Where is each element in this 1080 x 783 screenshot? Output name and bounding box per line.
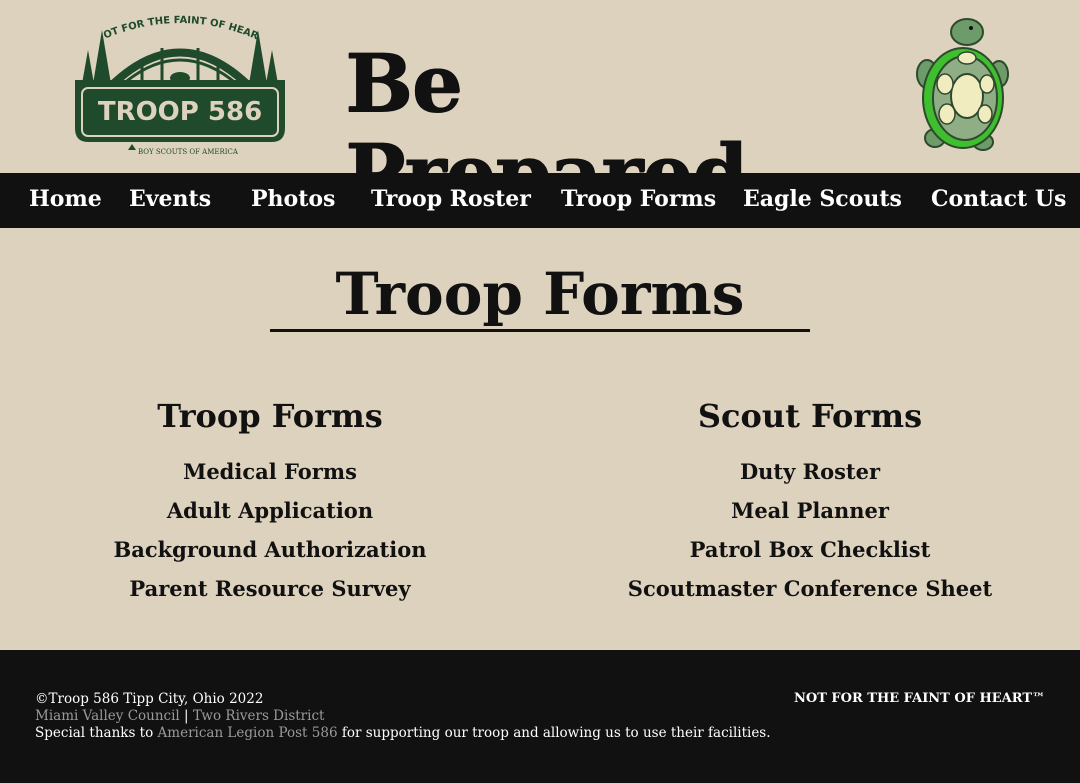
adult-application-link[interactable]: Adult Application (167, 498, 373, 523)
american-legion-link[interactable]: American Legion Post 586 (158, 725, 338, 741)
thanks-suffix: for supporting our troop and allowing us… (337, 725, 771, 741)
site-footer: ©Troop 586 Tipp City, Ohio 2022 Miami Va… (0, 650, 1080, 783)
background-authorization-link[interactable]: Background Authorization (113, 537, 426, 562)
main-nav: Home Events Photos Troop Roster Troop Fo… (0, 173, 1080, 228)
footer-thanks: Special thanks to American Legion Post 5… (35, 725, 771, 742)
list-item: Scoutmaster Conference Sheet (560, 569, 1060, 608)
troop-forms-heading: Troop Forms (157, 397, 383, 435)
troop-forms-section: Troop Forms Medical Forms Adult Applicat… (20, 394, 520, 608)
footer-tagline: NOT FOR THE FAINT OF HEART™ (793, 691, 1045, 706)
troop-586-logo[interactable]: NOT FOR THE FAINT OF HEART TROOP 586 BOY… (68, 2, 288, 160)
miami-valley-council-link[interactable]: Miami Valley Council (35, 708, 180, 724)
two-rivers-district-link[interactable]: Two Rivers District (193, 708, 325, 724)
title-divider (270, 329, 810, 332)
patrol-box-checklist-link[interactable]: Patrol Box Checklist (690, 537, 931, 562)
svg-text:NOT FOR THE FAINT OF HEART: NOT FOR THE FAINT OF HEART (72, 10, 260, 42)
scout-forms-heading: Scout Forms (697, 397, 923, 435)
nav-eagle-scouts[interactable]: Eagle Scouts (743, 173, 902, 228)
list-item: Parent Resource Survey (20, 569, 520, 608)
list-item: Meal Planner (560, 491, 1060, 530)
troop-forms-list: Medical Forms Adult Application Backgrou… (20, 452, 520, 608)
turtle-mascot-icon (905, 14, 1015, 154)
nav-troop-forms[interactable]: Troop Forms (561, 173, 716, 228)
parent-resource-survey-link[interactable]: Parent Resource Survey (129, 576, 410, 601)
nav-contact-us[interactable]: Contact Us (931, 173, 1066, 228)
thanks-prefix: Special thanks to (35, 725, 158, 741)
footer-affiliations: Miami Valley Council | Two Rivers Distri… (35, 708, 324, 725)
page-title: Troop Forms (335, 260, 745, 328)
list-item: Background Authorization (20, 530, 520, 569)
logo-bsa-text: BOY SCOUTS OF AMERICA (138, 148, 239, 156)
nav-events[interactable]: Events (129, 173, 211, 228)
meal-planner-link[interactable]: Meal Planner (731, 498, 889, 523)
medical-forms-link[interactable]: Medical Forms (183, 459, 357, 484)
list-item: Duty Roster (560, 452, 1060, 491)
site-header: NOT FOR THE FAINT OF HEART TROOP 586 BOY… (0, 0, 1080, 218)
logo-badge-text: TROOP 586 (98, 97, 262, 127)
footer-separator: | (184, 708, 189, 724)
list-item: Adult Application (20, 491, 520, 530)
nav-troop-roster[interactable]: Troop Roster (371, 173, 531, 228)
logo-arc-text: NOT FOR THE FAINT OF HEART (68, 2, 260, 42)
list-item: Patrol Box Checklist (560, 530, 1060, 569)
nav-home[interactable]: Home (29, 173, 102, 228)
footer-copyright: ©Troop 586 Tipp City, Ohio 2022 (35, 691, 264, 707)
scout-forms-list: Duty Roster Meal Planner Patrol Box Chec… (560, 452, 1060, 608)
scout-forms-section: Scout Forms Duty Roster Meal Planner Pat… (560, 394, 1060, 608)
troop-logo-graphic: NOT FOR THE FAINT OF HEART TROOP 586 BOY… (68, 2, 285, 156)
scoutmaster-conference-sheet-link[interactable]: Scoutmaster Conference Sheet (628, 576, 992, 601)
nav-photos[interactable]: Photos (251, 173, 335, 228)
list-item: Medical Forms (20, 452, 520, 491)
duty-roster-link[interactable]: Duty Roster (740, 459, 880, 484)
